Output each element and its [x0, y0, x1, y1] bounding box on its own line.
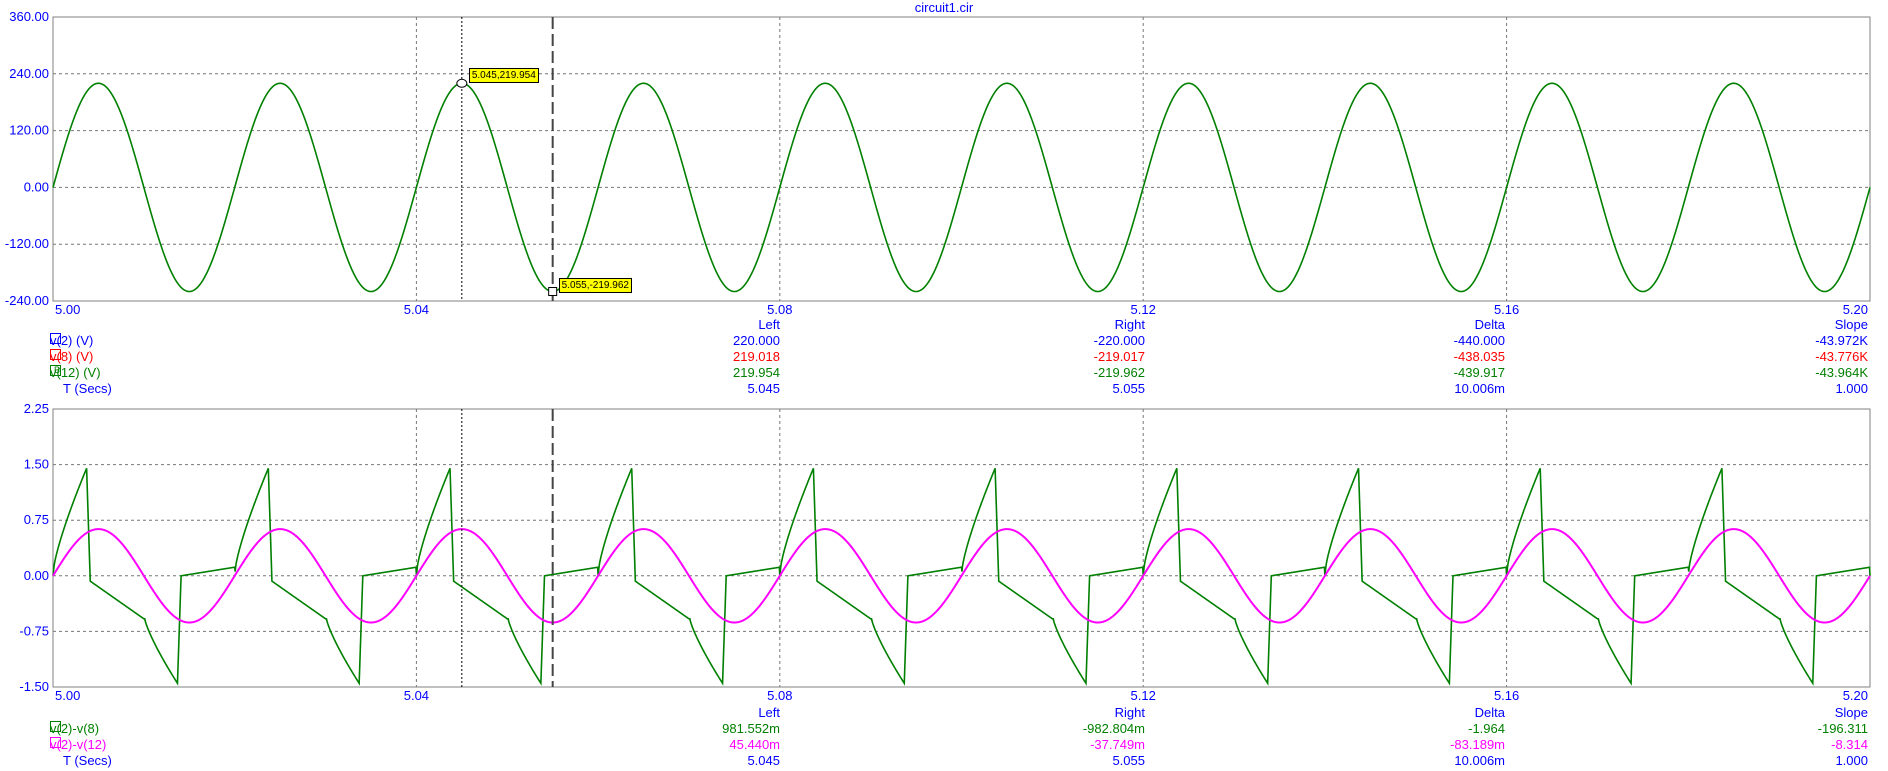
header-delta: Delta — [1474, 705, 1505, 720]
trace-row[interactable]: v(2)-v(8) 981.552m -982.804m -1.964 -196.311 — [0, 721, 1888, 737]
y-tick-label: 120.00 — [9, 123, 49, 138]
value-slope: -43.972K — [1815, 333, 1868, 348]
x-tick-label: 5.12 — [1131, 302, 1156, 317]
header-delta: Delta — [1474, 317, 1505, 332]
y-tick-label: 0.75 — [24, 512, 49, 527]
header-right: Right — [1114, 317, 1145, 332]
trace-label[interactable]: v(2) (V) — [50, 333, 93, 349]
chart-0[interactable]: 360.00 240.00 120.00 0.00 -120.00 -240.00 5.00… — [5, 9, 1871, 317]
value-left: 219.954 — [733, 365, 780, 380]
y-tick-label: 1.50 — [24, 457, 49, 472]
y-tick-label: -1.50 — [19, 679, 49, 694]
y-tick-label: -120.00 — [5, 236, 49, 251]
x-tick-label: 5.04 — [404, 302, 429, 317]
trace-color-swatch[interactable]: B — [50, 365, 61, 376]
trace-label[interactable]: v(2)-v(12) — [50, 737, 106, 753]
value-right: 5.055 — [1112, 381, 1145, 396]
top-table-header: Left Right Delta Slope — [0, 317, 1888, 333]
value-left: 5.045 — [747, 381, 780, 396]
value-delta: -1.964 — [1468, 721, 1505, 736]
value-slope: -43.776K — [1815, 349, 1868, 364]
value-delta: -439.917 — [1453, 365, 1505, 380]
header-right: Right — [1114, 705, 1145, 720]
right-cursor-readout: 5.055,-219.962 — [558, 277, 632, 293]
trace-row[interactable]: Bv(12) (V) 219.954 -219.962 -439.917 -43.964… — [0, 365, 1888, 381]
value-right: -37.749m — [1090, 737, 1145, 752]
x-tick-label: 5.16 — [1494, 302, 1519, 317]
header-slope: Slope — [1834, 705, 1868, 720]
series-line-2 — [52, 82, 1871, 293]
value-delta: -438.035 — [1453, 349, 1505, 364]
x-tick-label: 5.12 — [1131, 688, 1156, 703]
chart-1[interactable]: 2.25 1.50 0.75 0.00 -0.75 -1.50 5.00 5.04 5.08 5.… — [19, 401, 1871, 703]
trace-color-swatch[interactable] — [50, 721, 61, 732]
value-delta: 10.006m — [1454, 381, 1505, 396]
value-right: -982.804m — [1082, 721, 1145, 736]
value-left: 220.000 — [733, 333, 780, 348]
x-tick-label: 5.08 — [767, 302, 792, 317]
value-right: -219.962 — [1093, 365, 1145, 380]
header-left: Left — [758, 705, 780, 720]
right-cursor-marker[interactable] — [548, 287, 558, 297]
trace-row[interactable]: v(2) (V) 220.000 -220.000 -440.000 -43.972K — [0, 333, 1888, 349]
trace-row[interactable]: v(8) (V) 219.018 -219.017 -438.035 -43.776K — [0, 349, 1888, 365]
y-tick-label: 2.25 — [24, 401, 49, 416]
header-left: Left — [758, 317, 780, 332]
y-tick-label: -240.00 — [5, 293, 49, 308]
trace-row[interactable]: v(2)-v(12) 45.440m -37.749m -83.189m -8.314 — [0, 737, 1888, 753]
value-right: 5.055 — [1112, 753, 1145, 768]
value-right: -219.017 — [1093, 349, 1145, 364]
series-line-1 — [52, 528, 1871, 624]
x-tick-label: 5.04 — [404, 688, 429, 703]
y-tick-label: 240.00 — [9, 66, 49, 81]
y-tick-label: -0.75 — [19, 623, 49, 638]
plot-frame — [52, 408, 1871, 688]
plot-frame — [52, 16, 1871, 302]
value-slope: -8.314 — [1831, 737, 1868, 752]
value-slope: 1.000 — [1835, 381, 1868, 396]
value-left: 219.018 — [733, 349, 780, 364]
left-cursor-readout: 5.045,219.954 — [468, 68, 539, 84]
trace-name: T (Secs) — [63, 381, 112, 396]
time-row[interactable]: T (Secs) 5.045 5.055 10.006m 1.000 — [0, 381, 1888, 397]
left-cursor-marker[interactable] — [456, 78, 468, 88]
value-slope: 1.000 — [1835, 753, 1868, 768]
value-slope: -43.964K — [1815, 365, 1868, 380]
y-tick-label: 0.00 — [24, 179, 49, 194]
trace-label[interactable]: T (Secs) — [50, 753, 112, 769]
trace-label[interactable]: v(8) (V) — [50, 349, 93, 365]
trace-name: T (Secs) — [63, 753, 112, 768]
x-tick-label: 5.20 — [1843, 302, 1868, 317]
trace-color-swatch[interactable] — [50, 349, 61, 360]
header-slope: Slope — [1834, 317, 1868, 332]
bottom-table-header: Left Right Delta Slope — [0, 705, 1888, 721]
x-tick-label: 5.08 — [767, 688, 792, 703]
value-left: 981.552m — [722, 721, 780, 736]
y-tick-label: 360.00 — [9, 9, 49, 24]
value-delta: -83.189m — [1450, 737, 1505, 752]
value-delta: -440.000 — [1453, 333, 1505, 348]
trace-label[interactable]: Bv(12) (V) — [50, 365, 101, 381]
x-tick-label: 5.00 — [55, 302, 80, 317]
value-left: 45.440m — [729, 737, 780, 752]
y-tick-label: 0.00 — [24, 568, 49, 583]
x-tick-label: 5.00 — [55, 688, 80, 703]
trace-label[interactable]: T (Secs) — [50, 381, 112, 397]
time-row[interactable]: T (Secs) 5.045 5.055 10.006m 1.000 — [0, 753, 1888, 769]
trace-label[interactable]: v(2)-v(8) — [50, 721, 99, 737]
trace-color-swatch[interactable] — [50, 737, 61, 748]
x-tick-label: 5.16 — [1494, 688, 1519, 703]
value-left: 5.045 — [747, 753, 780, 768]
x-tick-label: 5.20 — [1843, 688, 1868, 703]
value-slope: -196.311 — [1817, 721, 1868, 736]
value-right: -220.000 — [1093, 333, 1145, 348]
value-delta: 10.006m — [1454, 753, 1505, 768]
trace-color-swatch[interactable] — [50, 333, 61, 344]
